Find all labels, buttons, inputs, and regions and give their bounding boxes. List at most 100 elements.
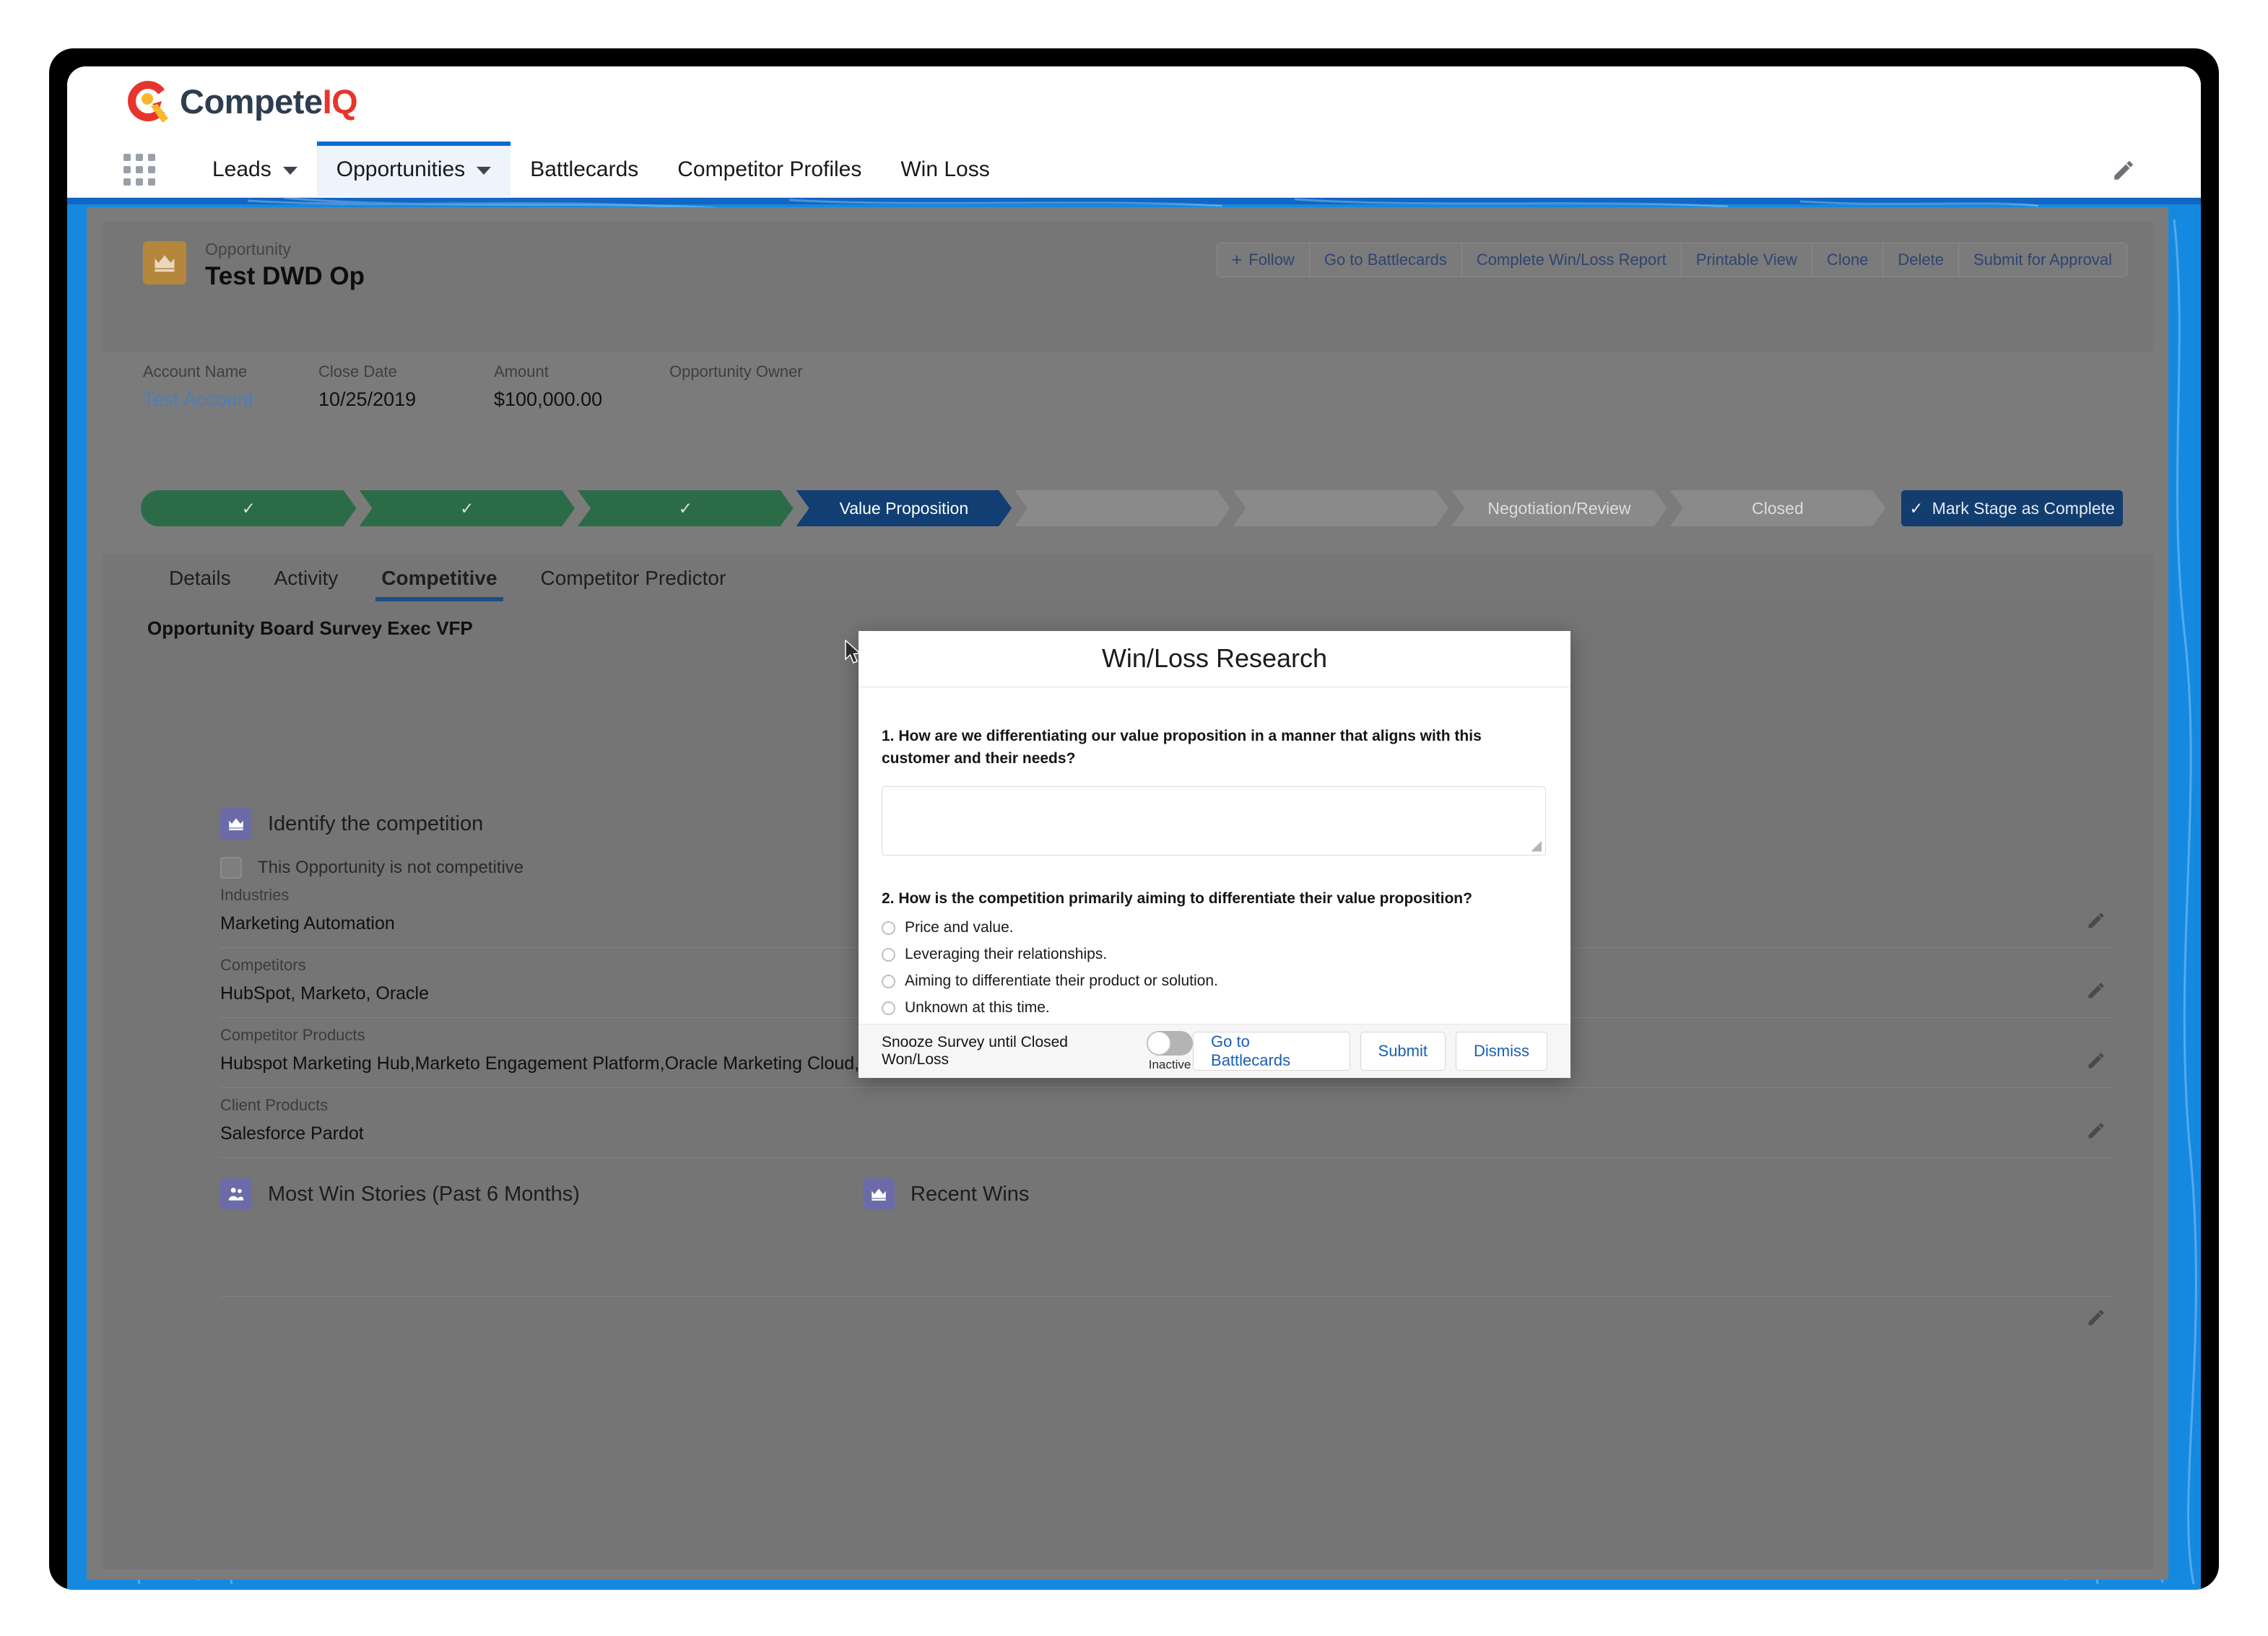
nav-item-win-loss[interactable]: Win Loss bbox=[881, 142, 1009, 198]
follow-label: Follow bbox=[1248, 251, 1295, 269]
radio-button[interactable] bbox=[882, 1001, 895, 1015]
crown-icon bbox=[143, 241, 186, 284]
radio-option-unknown[interactable]: Unknown at this time. bbox=[882, 999, 1547, 1017]
radio-label: Aiming to differentiate their product or… bbox=[905, 973, 1218, 990]
app-logo-text: CompeteIQ bbox=[180, 82, 358, 121]
modal-body: 1. How are we differentiating our value … bbox=[859, 687, 1570, 1024]
clone-button[interactable]: Clone bbox=[1812, 243, 1884, 277]
mark-stage-complete-button[interactable]: ✓ Mark Stage as Complete bbox=[1901, 490, 2123, 526]
summary-field-account-name: Account Name Test Account bbox=[143, 362, 318, 412]
modal-footer: Snooze Survey until Closed Won/Loss Inac… bbox=[859, 1024, 1570, 1078]
radio-button[interactable] bbox=[882, 974, 895, 988]
chevron-down-icon bbox=[477, 166, 492, 175]
complete-win-loss-report-button[interactable]: Complete Win/Loss Report bbox=[1461, 243, 1682, 277]
submit-for-approval-button[interactable]: Submit for Approval bbox=[1959, 243, 2127, 277]
modal-submit-button[interactable]: Submit bbox=[1360, 1032, 1446, 1071]
pencil-icon[interactable] bbox=[2086, 1050, 2106, 1074]
pencil-icon[interactable] bbox=[2086, 1308, 2106, 1331]
radio-button[interactable] bbox=[882, 947, 895, 962]
radio-option-leveraging-relationships[interactable]: Leveraging their relationships. bbox=[882, 946, 1547, 963]
path-stage-label: Value Proposition bbox=[839, 498, 969, 518]
field-value: 10/25/2019 bbox=[318, 388, 417, 410]
modal-buttons: Go to Battlecards Submit Dismiss bbox=[1193, 1032, 1547, 1071]
section-label: Most Win Stories (Past 6 Months) bbox=[268, 1182, 580, 1206]
record-title-block: Opportunity Test DWD Op bbox=[205, 239, 365, 292]
toggle-state-label: Inactive bbox=[1148, 1057, 1191, 1071]
path-stage[interactable] bbox=[1014, 490, 1230, 526]
record-tabs: Details Activity Competitive Competitor … bbox=[103, 554, 2153, 601]
app-logo[interactable]: CompeteIQ bbox=[123, 77, 358, 126]
global-header: CompeteIQ All Search Opportunities and m… bbox=[67, 66, 2201, 204]
tab-details[interactable]: Details bbox=[147, 567, 253, 601]
logo-text-primary: Compete bbox=[180, 82, 323, 121]
modal-go-to-battlecards-button[interactable]: Go to Battlecards bbox=[1193, 1032, 1350, 1071]
path-stage[interactable]: ✓ bbox=[360, 490, 575, 526]
modal-dismiss-button[interactable]: Dismiss bbox=[1456, 1032, 1547, 1071]
win-loss-research-modal: Win/Loss Research 1. How are we differen… bbox=[859, 631, 1570, 1078]
printable-view-button[interactable]: Printable View bbox=[1681, 243, 1812, 277]
summary-field-amount: Amount $100,000.00 bbox=[494, 362, 669, 412]
question-2-text: 2. How is the competition primarily aimi… bbox=[882, 889, 1472, 907]
resize-grip-icon[interactable]: ◢ bbox=[1531, 839, 1542, 853]
plus-icon: + bbox=[1231, 249, 1243, 270]
path-stage-closed[interactable]: Closed bbox=[1670, 490, 1886, 526]
app-launcher-icon[interactable] bbox=[123, 153, 155, 186]
follow-button[interactable]: + Follow bbox=[1216, 243, 1310, 277]
nav-item-battlecards[interactable]: Battlecards bbox=[510, 142, 658, 198]
field-value: Salesforce Pardot bbox=[220, 1123, 364, 1144]
path-stage-label: Negotiation/Review bbox=[1487, 498, 1631, 518]
path-stage-negotiation-review[interactable]: Negotiation/Review bbox=[1451, 490, 1667, 526]
win-stories-empty-row bbox=[220, 1283, 2112, 1326]
tab-competitor-predictor[interactable]: Competitor Predictor bbox=[519, 567, 748, 601]
radio-option-differentiate-product[interactable]: Aiming to differentiate their product or… bbox=[882, 973, 1547, 990]
radio-button[interactable] bbox=[882, 921, 895, 935]
summary-field-opportunity-owner: Opportunity Owner bbox=[669, 362, 908, 412]
app-navigation-bar: Leads Opportunities Battlecards Competit… bbox=[67, 141, 2201, 198]
tab-activity[interactable]: Activity bbox=[253, 567, 360, 601]
mark-stage-complete-label: Mark Stage as Complete bbox=[1932, 498, 2115, 518]
field-label: Client Products bbox=[220, 1096, 329, 1114]
path-stage[interactable]: ✓ bbox=[141, 490, 357, 526]
field-client-products: Client Products Salesforce Pardot bbox=[220, 1096, 2112, 1158]
snooze-toggle-wrapper: Inactive bbox=[1147, 1030, 1194, 1072]
delete-button[interactable]: Delete bbox=[1883, 243, 1960, 277]
radio-label: Leveraging their relationships. bbox=[905, 946, 1108, 963]
section-label: Identify the competition bbox=[268, 812, 484, 835]
nav-item-opportunities[interactable]: Opportunities bbox=[316, 141, 511, 198]
pencil-icon[interactable] bbox=[2086, 980, 2106, 1004]
mouse-cursor-icon bbox=[844, 639, 863, 666]
pencil-icon[interactable] bbox=[2111, 158, 2136, 186]
radio-label: Unknown at this time. bbox=[905, 999, 1050, 1017]
question-1-answer-input[interactable]: ◢ bbox=[882, 786, 1546, 856]
record-action-buttons: + Follow Go to Battlecards Complete Win/… bbox=[1216, 243, 2127, 277]
path-stage-current[interactable]: Value Proposition bbox=[796, 490, 1012, 526]
account-name-link[interactable]: Test Account bbox=[143, 388, 254, 412]
nav-item-label: Competitor Profiles bbox=[677, 157, 862, 181]
sales-path: ✓ ✓ ✓ Value Proposition Negotiation/Revi… bbox=[141, 490, 2123, 526]
nav-item-label: Leads bbox=[212, 157, 271, 181]
pencil-icon[interactable] bbox=[2086, 1121, 2106, 1144]
pencil-icon[interactable] bbox=[2086, 910, 2106, 934]
radio-option-price-and-value[interactable]: Price and value. bbox=[882, 919, 1547, 936]
nav-item-competitor-profiles[interactable]: Competitor Profiles bbox=[658, 142, 881, 198]
modal-title: Win/Loss Research bbox=[1101, 643, 1328, 674]
record-header: Opportunity Test DWD Op + Follow Go to B… bbox=[103, 221, 2153, 352]
field-label: Close Date bbox=[318, 362, 397, 380]
summary-field-close-date: Close Date 10/25/2019 bbox=[318, 362, 494, 412]
not-competitive-checkbox[interactable]: This Opportunity is not competitive bbox=[220, 857, 523, 879]
path-stage[interactable]: ✓ bbox=[578, 490, 794, 526]
content-region: Opportunity Test DWD Op + Follow Go to B… bbox=[67, 198, 2201, 1590]
nav-item-label: Battlecards bbox=[530, 157, 639, 181]
crown-icon bbox=[863, 1178, 895, 1210]
nav-item-label: Opportunities bbox=[336, 157, 466, 181]
nav-item-leads[interactable]: Leads bbox=[193, 142, 317, 198]
go-to-battlecards-button[interactable]: Go to Battlecards bbox=[1309, 243, 1462, 277]
checkbox-box[interactable] bbox=[220, 857, 242, 879]
snooze-survey-label: Snooze Survey until Closed Won/Loss bbox=[882, 1034, 1068, 1069]
snooze-toggle[interactable] bbox=[1147, 1030, 1194, 1056]
record-summary-fields: Account Name Test Account Close Date 10/… bbox=[143, 362, 908, 412]
identify-competition-section: Identify the competition bbox=[220, 808, 483, 840]
radio-label: Price and value. bbox=[905, 919, 1014, 936]
tab-competitive[interactable]: Competitive bbox=[360, 567, 518, 601]
path-stage[interactable] bbox=[1233, 490, 1449, 526]
